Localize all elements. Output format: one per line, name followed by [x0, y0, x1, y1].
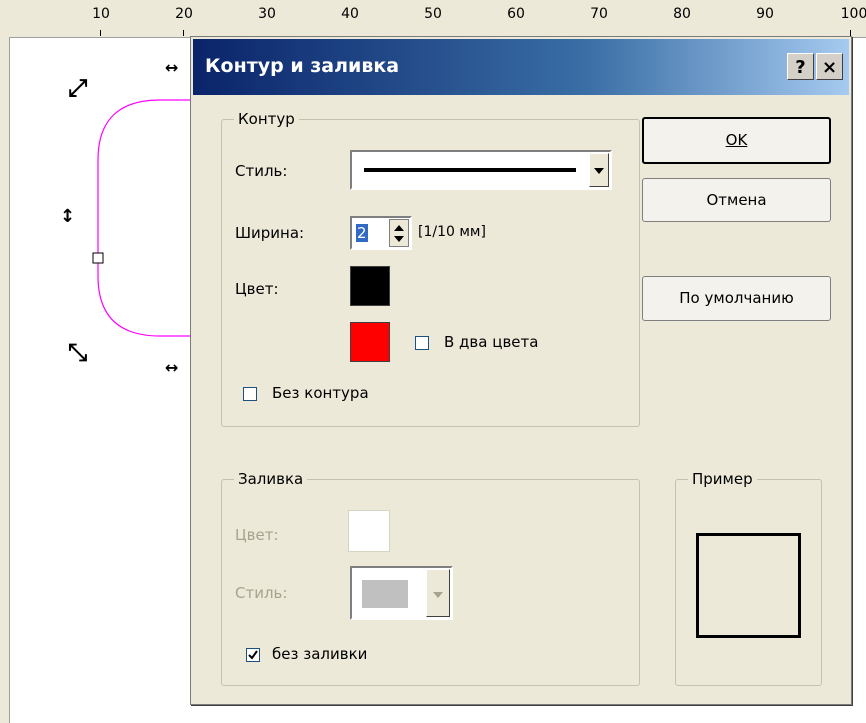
ruler-label: 80 — [673, 6, 691, 22]
horizontal-ruler: 10 20 30 40 50 60 70 80 90 100 — [0, 0, 866, 38]
dialog-title: Контур и заливка — [205, 55, 400, 77]
fill-style-select[interactable] — [350, 566, 453, 620]
no-fill-label: без заливки — [272, 645, 368, 663]
ruler-label: 70 — [590, 6, 608, 22]
fill-color-label: Цвет: — [235, 526, 279, 544]
fill-style-preview — [362, 580, 408, 608]
chevron-down-icon — [433, 592, 443, 598]
vertical-ruler — [0, 37, 10, 723]
ruler-tick — [183, 30, 184, 36]
rotate-handle-icon[interactable]: ⤢ — [68, 76, 87, 100]
ruler-label: 20 — [175, 6, 193, 22]
outline-fill-dialog: Контур и заливка ? × Контур Стиль: Ширин… — [190, 36, 852, 705]
two-colors-checkbox[interactable] — [415, 336, 429, 350]
ruler-label: 90 — [756, 6, 774, 22]
spinner-arrows-icon[interactable] — [389, 219, 409, 247]
no-fill-checkbox[interactable] — [246, 648, 260, 662]
fill-style-dropdown-button[interactable] — [426, 569, 450, 617]
ruler-tick — [100, 30, 101, 36]
skew-vertical-handle-icon[interactable]: ↕ — [60, 208, 75, 226]
two-colors-label: В два цвета — [444, 333, 539, 351]
ruler-label: 10 — [92, 6, 110, 22]
fill-group: Заливка Цвет: Стиль: без заливки — [221, 470, 640, 686]
fill-color-swatch[interactable] — [348, 510, 390, 552]
outline-style-label: Стиль: — [235, 162, 288, 180]
outline-group: Контур Стиль: Ширина: 2 [1/10 мм] Цвет: … — [221, 110, 640, 427]
ruler-label: 50 — [424, 6, 442, 22]
rotate-handle-icon[interactable]: ⤡ — [68, 340, 87, 364]
ruler-label: 30 — [258, 6, 276, 22]
ruler-label: 100 — [840, 6, 866, 22]
ruler-label: 40 — [341, 6, 359, 22]
ok-button-label: OK — [725, 131, 748, 149]
chevron-down-icon — [594, 168, 604, 174]
selection-handle[interactable] — [92, 252, 104, 264]
outline-style-dropdown-button[interactable] — [589, 153, 609, 187]
outline-style-select[interactable] — [350, 150, 612, 190]
outline-width-spinner[interactable]: 2 — [350, 216, 412, 250]
skew-handle-icon[interactable]: ↔ — [165, 60, 178, 76]
outline-width-input[interactable]: 2 — [356, 224, 368, 242]
outline-width-unit: [1/10 мм] — [418, 224, 486, 240]
default-button[interactable]: По умолчанию — [642, 276, 831, 321]
no-outline-checkbox[interactable] — [243, 387, 257, 401]
no-outline-label: Без контура — [272, 384, 369, 402]
outline-color-label: Цвет: — [235, 280, 279, 298]
outline-group-title: Контур — [234, 110, 299, 128]
help-button[interactable]: ? — [787, 53, 814, 80]
dialog-titlebar[interactable]: Контур и заливка ? × — [193, 39, 849, 95]
selected-shape[interactable] — [10, 38, 210, 398]
checkmark-icon — [248, 650, 258, 660]
outline-width-label: Ширина: — [235, 224, 305, 242]
preview-group-title: Пример — [688, 470, 757, 488]
ruler-label: 60 — [507, 6, 525, 22]
close-button[interactable]: × — [816, 53, 843, 80]
outline-color-swatch[interactable] — [350, 266, 390, 306]
line-style-preview — [364, 168, 576, 172]
preview-shape — [696, 533, 801, 638]
skew-handle-icon[interactable]: ↔ — [165, 360, 178, 376]
ok-button[interactable]: OK — [642, 117, 831, 164]
outline-second-color-swatch[interactable] — [350, 322, 390, 362]
preview-group: Пример — [675, 470, 822, 686]
cancel-button[interactable]: Отмена — [642, 178, 831, 222]
fill-style-label: Стиль: — [235, 584, 288, 602]
fill-group-title: Заливка — [234, 470, 308, 488]
